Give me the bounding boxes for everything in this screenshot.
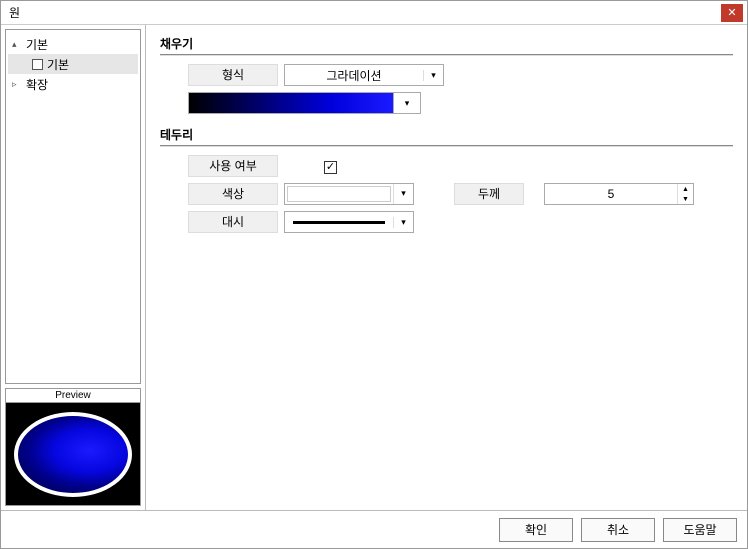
- thickness-value: 5: [545, 184, 677, 204]
- border-use-row: 사용 여부 ✓: [160, 155, 733, 177]
- dialog-footer: 확인 취소 도움말: [1, 510, 747, 548]
- preview-title: Preview: [6, 389, 140, 403]
- tree-label: 확장: [26, 76, 48, 93]
- gradient-dropdown-button[interactable]: ▾: [393, 92, 421, 114]
- border-color-label: 색상: [188, 183, 278, 205]
- expand-icon[interactable]: ▹: [12, 79, 22, 90]
- tree-item-extend[interactable]: ▹ 확장: [8, 74, 138, 94]
- checkmark-icon: ✓: [326, 162, 335, 173]
- spinner-buttons: ▲ ▼: [677, 184, 693, 204]
- fill-type-value: 그라데이션: [285, 67, 423, 84]
- chevron-down-icon[interactable]: ▾: [393, 217, 413, 228]
- ok-button[interactable]: 확인: [499, 518, 573, 542]
- border-use-checkbox[interactable]: ✓: [324, 161, 337, 174]
- border-use-label: 사용 여부: [188, 155, 278, 177]
- square-icon: [32, 59, 43, 70]
- cancel-button[interactable]: 취소: [581, 518, 655, 542]
- border-section-title: 테두리: [160, 126, 733, 143]
- tree-label: 기본: [26, 36, 48, 53]
- border-color-row: 색상 ▾ 두께 5 ▲ ▼: [160, 183, 733, 205]
- border-color-picker[interactable]: ▾: [284, 183, 414, 205]
- gradient-row: ▾: [188, 92, 733, 114]
- tree-item-basic-parent[interactable]: ▴ 기본: [8, 34, 138, 54]
- border-dash-dropdown[interactable]: ▾: [284, 211, 414, 233]
- dialog-body: ▴ 기본 기본 ▹ 확장 Preview 채우기: [1, 25, 747, 510]
- help-button[interactable]: 도움말: [663, 518, 737, 542]
- tree-item-basic[interactable]: 기본: [8, 54, 138, 74]
- divider: [160, 145, 733, 147]
- border-dash-label: 대시: [188, 211, 278, 233]
- fill-type-row: 형식 그라데이션 ▾: [160, 64, 733, 86]
- dialog-window: 원 ✕ ▴ 기본 기본 ▹ 확장 Preview: [0, 0, 748, 549]
- fill-section-title: 채우기: [160, 35, 733, 52]
- border-thickness-spinner[interactable]: 5 ▲ ▼: [544, 183, 694, 205]
- dash-preview-icon: [293, 221, 385, 224]
- fill-type-label: 형식: [188, 64, 278, 86]
- color-swatch: [287, 186, 391, 202]
- sidebar: ▴ 기본 기본 ▹ 확장 Preview: [1, 25, 146, 510]
- preview-panel: Preview: [5, 388, 141, 506]
- spinner-down-icon[interactable]: ▼: [678, 194, 693, 204]
- chevron-down-icon[interactable]: ▾: [423, 70, 443, 81]
- preview-canvas: [6, 403, 140, 505]
- spinner-up-icon[interactable]: ▲: [678, 184, 693, 194]
- border-dash-row: 대시 ▾: [160, 211, 733, 233]
- close-button[interactable]: ✕: [721, 4, 743, 22]
- chevron-down-icon[interactable]: ▾: [393, 184, 413, 204]
- main-panel: 채우기 형식 그라데이션 ▾ ▾ 테두리 사용 여부: [146, 25, 747, 510]
- tree-label: 기본: [47, 56, 69, 73]
- window-title: 원: [5, 4, 721, 21]
- gradient-swatch: [188, 92, 393, 114]
- preview-ellipse-icon: [14, 412, 132, 497]
- nav-tree: ▴ 기본 기본 ▹ 확장: [5, 29, 141, 384]
- titlebar: 원 ✕: [1, 1, 747, 25]
- expand-icon[interactable]: ▴: [12, 39, 22, 50]
- fill-type-dropdown[interactable]: 그라데이션 ▾: [284, 64, 444, 86]
- divider: [160, 54, 733, 56]
- border-thickness-label: 두께: [454, 183, 524, 205]
